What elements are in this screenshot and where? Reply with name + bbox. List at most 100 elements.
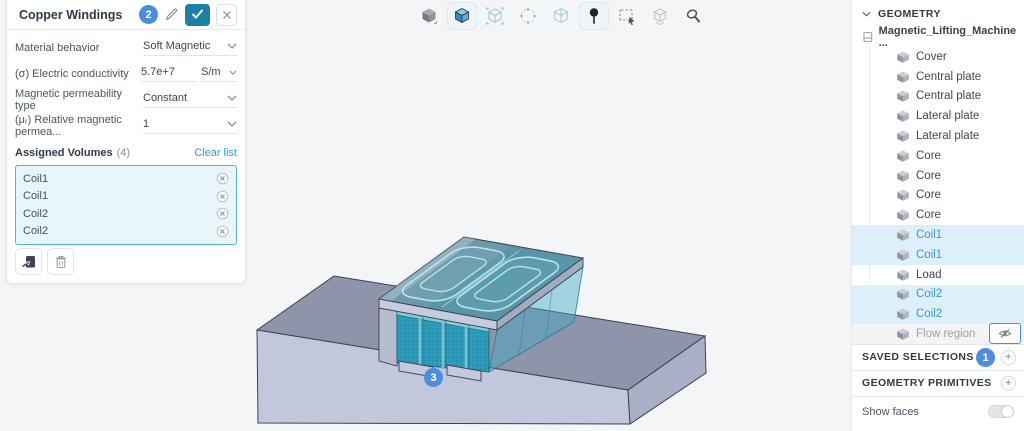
cube-icon (896, 208, 910, 222)
remove-icon[interactable] (216, 190, 229, 203)
field-label: Material behavior (15, 42, 143, 54)
check-icon (191, 9, 204, 20)
relative-permeability-input[interactable]: 1 (143, 118, 237, 134)
close-button[interactable] (216, 4, 237, 26)
tree-item-core[interactable]: Core (852, 205, 1024, 225)
field-material-behavior: Material behavior Soft Magnetic (7, 35, 245, 61)
remove-icon[interactable] (216, 225, 229, 238)
cube-icon (896, 149, 910, 163)
tree-item-central-plate[interactable]: Central plate (852, 67, 1024, 87)
cube-icon (896, 129, 910, 143)
assigned-volumes-count: (4) (117, 147, 195, 159)
show-faces-label: Show faces (862, 406, 988, 418)
part-icon (862, 31, 874, 43)
chevron-down-icon (227, 95, 237, 101)
geometry-tree: Cover Central plate Central plate Latera… (852, 47, 1024, 344)
list-item[interactable]: Coil2 (16, 223, 236, 241)
measure-icon[interactable] (678, 2, 708, 30)
tree-item-flow-region[interactable]: Flow region (852, 324, 1024, 344)
cube-icon (896, 50, 910, 64)
import-selection-button[interactable] (15, 248, 42, 275)
cube-icon (896, 248, 910, 262)
geometry-header-label: GEOMETRY (878, 8, 941, 20)
assembly-icon[interactable] (645, 2, 675, 30)
tree-item-coil2[interactable]: Coil2 (852, 304, 1024, 324)
panel-header: Copper Windings 2 (7, 0, 245, 30)
cube-icon (896, 70, 910, 84)
chevron-down-icon (227, 121, 237, 127)
cube-icon (896, 287, 910, 301)
permeability-type-select[interactable]: Constant (143, 92, 237, 108)
conductivity-unit-select[interactable]: S/m (201, 66, 237, 82)
wireframe-cube-icon[interactable] (546, 2, 576, 30)
add-geometry-primitive-button[interactable]: + (1001, 376, 1016, 391)
chevron-down-icon (862, 11, 871, 17)
step-badge-3: 3 (424, 368, 443, 387)
chevron-down-icon (229, 70, 237, 75)
tree-item-coil1[interactable]: Coil1 (852, 225, 1024, 245)
cube-icon (896, 268, 910, 282)
field-electric-conductivity: (σ) Electric conductivity 5.7e+7 S/m (7, 61, 245, 87)
cube-icon (896, 169, 910, 183)
material-behavior-select[interactable]: Soft Magnetic (143, 40, 237, 56)
scene-tree-panel: GEOMETRY Magnetic_Lifting_Machine ... Co… (851, 0, 1024, 431)
geometry-primitives-section[interactable]: GEOMETRY PRIMITIVES + (852, 370, 1024, 396)
cube-icon (896, 109, 910, 123)
tree-item-coil1[interactable]: Coil1 (852, 245, 1024, 265)
remove-icon[interactable] (216, 172, 229, 185)
delete-button[interactable] (47, 248, 74, 275)
conductivity-input[interactable]: 5.7e+7 (141, 66, 197, 82)
field-label: (μᵣ) Relative magnetic permea... (15, 114, 143, 138)
step-badge-1: 1 (976, 348, 995, 367)
tree-item-core[interactable]: Core (852, 146, 1024, 166)
trash-icon (53, 254, 69, 270)
probe-pin-icon[interactable] (579, 2, 609, 30)
field-label: Magnetic permeability type (15, 88, 143, 112)
solid-cube-icon[interactable] (414, 2, 444, 30)
show-faces-toggle[interactable] (988, 405, 1014, 418)
tree-root-item[interactable]: Magnetic_Lifting_Machine ... (852, 27, 1024, 47)
tree-item-lateral-plate[interactable]: Lateral plate (852, 126, 1024, 146)
tree-item-core[interactable]: Core (852, 186, 1024, 206)
cube-icon (896, 188, 910, 202)
eye-slash-icon (998, 328, 1012, 339)
confirm-button[interactable] (185, 4, 210, 26)
close-icon (222, 10, 232, 20)
add-saved-selection-button[interactable]: + (1001, 350, 1016, 365)
tree-item-lateral-plate[interactable]: Lateral plate (852, 106, 1024, 126)
transparent-cube-icon[interactable] (480, 2, 510, 30)
list-item[interactable]: Coil2 (16, 205, 236, 223)
tree-root-label: Magnetic_Lifting_Machine ... (879, 25, 1024, 49)
cube-icon (896, 228, 910, 242)
assigned-volumes-label: Assigned Volumes (15, 147, 113, 159)
clear-list-link[interactable]: Clear list (194, 147, 237, 159)
cube-icon (896, 89, 910, 103)
vertex-select-icon[interactable] (513, 2, 543, 30)
tree-item-central-plate[interactable]: Central plate (852, 87, 1024, 107)
list-item[interactable]: Coil1 (16, 188, 236, 206)
field-relative-permeability: (μᵣ) Relative magnetic permea... 1 (7, 113, 245, 139)
show-faces-row: Show faces (852, 396, 1024, 427)
tree-item-core[interactable]: Core (852, 166, 1024, 186)
geometry-section-header[interactable]: GEOMETRY (852, 0, 1024, 27)
geometry-primitives-label: GEOMETRY PRIMITIVES (862, 377, 1001, 389)
panel-title: Copper Windings (19, 8, 139, 22)
tree-item-cover[interactable]: Cover (852, 47, 1024, 67)
saved-selections-section[interactable]: SAVED SELECTIONS + (852, 344, 1024, 370)
tree-item-coil2[interactable]: Coil2 (852, 285, 1024, 305)
cube-icon (896, 327, 910, 341)
edit-pencil-icon[interactable] (164, 7, 179, 22)
remove-icon[interactable] (216, 207, 229, 220)
list-item[interactable]: Coil1 (16, 170, 236, 188)
shaded-cube-icon[interactable] (447, 2, 477, 30)
assigned-volumes-list: Coil1 Coil1 Coil2 Coil2 (15, 165, 237, 245)
visibility-toggle-button[interactable] (989, 323, 1021, 344)
cube-icon (896, 307, 910, 321)
field-label: (σ) Electric conductivity (15, 68, 141, 80)
tree-item-load[interactable]: Load (852, 265, 1024, 285)
viewport-toolbar (414, 2, 708, 30)
step-badge-2: 2 (139, 5, 158, 24)
box-select-icon[interactable] (612, 2, 642, 30)
box-arrow-icon (21, 254, 37, 270)
chevron-down-icon (227, 43, 237, 49)
